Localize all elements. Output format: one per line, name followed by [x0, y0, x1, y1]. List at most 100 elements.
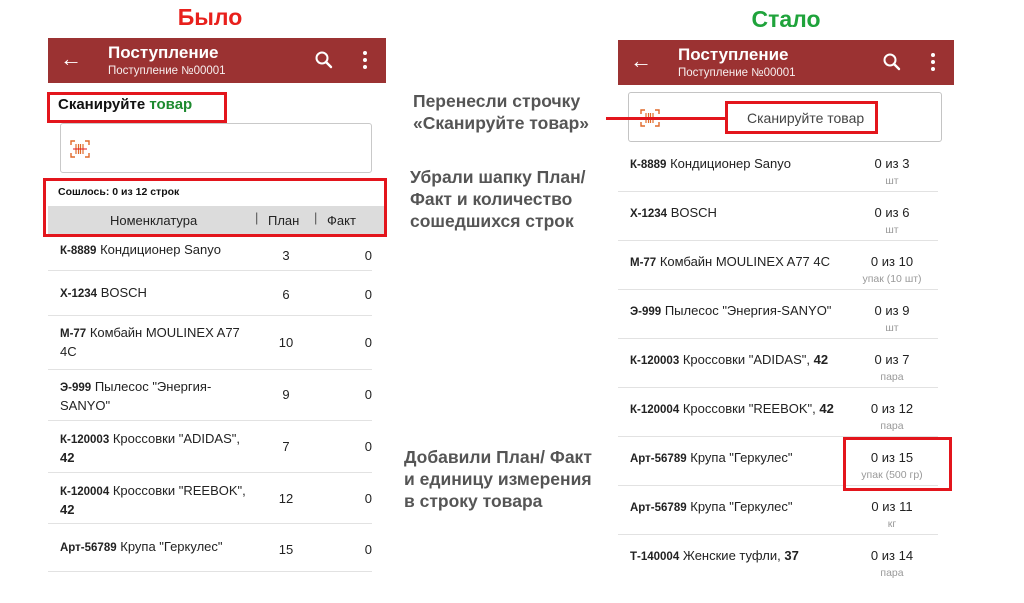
item-unit: упак (10 шт)	[862, 273, 922, 285]
item-quantity: 0 из 14	[870, 548, 914, 563]
more-menu-icon[interactable]	[362, 49, 368, 71]
item-code: Т-140004	[630, 551, 680, 563]
list-item[interactable]: Х-1234 BOSCH 0 из 6 шт	[618, 192, 938, 241]
item-name: Арт-56789 Крупа "Геркулес"	[630, 450, 793, 465]
highlight-scan-prompt	[47, 92, 227, 123]
note-moved-scan-line: Перенесли строчку «Сканируйте товар»	[413, 91, 590, 133]
item-plan: 10	[278, 335, 294, 350]
item-plan: 3	[282, 248, 290, 263]
item-name: К-8889 Кондиционер Sanyo	[60, 242, 221, 257]
note-removed-header: Убрали шапку План/ Факт и количество сош…	[410, 167, 586, 231]
back-arrow-icon[interactable]: ←	[630, 49, 652, 73]
item-name: Э-999 Пылесос "Энергия-SANYO"	[630, 303, 832, 318]
item-plan: 15	[278, 542, 294, 557]
item-name: М-77 Комбайн MOULINEX A77 4C	[630, 254, 831, 269]
item-code: К-8889	[60, 245, 97, 257]
item-code: М-77	[60, 328, 87, 340]
app-bar-subtitle: Поступление №00001	[108, 65, 226, 77]
item-code: К-120004	[60, 486, 110, 498]
item-name: Х-1234 BOSCH	[630, 205, 717, 220]
item-plan: 7	[282, 439, 290, 454]
item-code: Арт-56789	[60, 542, 117, 554]
list-item[interactable]: Т-140004 Женские туфли, 37 0 из 14 пара	[618, 535, 938, 584]
item-code: К-120003	[60, 434, 110, 446]
app-bar: ← Поступление Поступление №00001	[618, 40, 954, 85]
annotation-connector	[606, 117, 726, 120]
item-fact: 0	[364, 387, 372, 402]
list-item[interactable]: К-8889 Кондиционер Sanyo 3 0	[48, 234, 372, 271]
item-code: К-120004	[630, 404, 680, 416]
more-menu-icon[interactable]	[930, 51, 936, 73]
item-unit: шт	[885, 224, 899, 236]
item-fact: 0	[364, 542, 372, 557]
item-fact: 0	[364, 248, 372, 263]
item-unit: шт	[885, 322, 899, 334]
item-quantity: 0 из 3	[874, 156, 910, 171]
item-name: К-120003 Кроссовки "ADIDAS", 42	[630, 352, 829, 367]
item-code: М-77	[630, 257, 657, 269]
item-name: К-8889 Кондиционер Sanyo	[630, 156, 791, 171]
item-name: К-120004 Кроссовки "REEBOK", 42	[630, 401, 834, 416]
item-code: К-120003	[630, 355, 680, 367]
item-name: К-120004 Кроссовки "REEBOK", 42	[60, 483, 246, 517]
list-item[interactable]: Х-1234 BOSCH 6 0	[48, 271, 372, 316]
item-unit: кг	[887, 518, 897, 530]
list-item[interactable]: К-120004 Кроссовки "REEBOK", 42 12 0	[48, 473, 372, 524]
item-unit: пара	[880, 420, 904, 432]
item-code: Х-1234	[60, 288, 98, 300]
list-item[interactable]: К-120003 Кроссовки "ADIDAS", 42 0 из 7 п…	[618, 339, 938, 388]
list-item[interactable]: Э-999 Пылесос "Энергия- SANYO" 9 0	[48, 370, 372, 421]
back-arrow-icon[interactable]: ←	[60, 47, 82, 71]
item-fact: 0	[364, 491, 372, 506]
app-bar-title: Поступление	[678, 45, 789, 64]
item-code: К-8889	[630, 159, 667, 171]
item-name: М-77 Комбайн MOULINEX A77 4C	[60, 325, 240, 359]
list-item[interactable]: Э-999 Пылесос "Энергия-SANYO" 0 из 9 шт	[618, 290, 938, 339]
items-list: К-8889 Кондиционер Sanyo 0 из 3 шт Х-123…	[618, 143, 938, 584]
highlight-quantity-unit	[843, 437, 952, 491]
item-fact: 0	[364, 439, 372, 454]
list-item[interactable]: Арт-56789 Крупа "Геркулес" 15 0	[48, 524, 372, 572]
highlight-table-header	[43, 178, 387, 237]
item-quantity: 0 из 9	[874, 303, 910, 318]
item-plan: 12	[278, 491, 294, 506]
heading-after: Стало	[751, 6, 821, 32]
heading-before: Было	[177, 4, 243, 30]
items-list: К-8889 Кондиционер Sanyo 3 0 Х-1234 BOSC…	[48, 234, 372, 572]
item-quantity: 0 из 10	[870, 254, 914, 269]
app-bar: ← Поступление Поступление №00001	[48, 38, 386, 83]
app-bar-subtitle: Поступление №00001	[678, 67, 796, 79]
list-item[interactable]: К-120003 Кроссовки "ADIDAS", 42 7 0	[48, 421, 372, 473]
item-quantity: 0 из 12	[870, 401, 914, 416]
list-item[interactable]: М-77 Комбайн MOULINEX A77 4C 10 0	[48, 316, 372, 370]
item-unit: пара	[880, 567, 904, 579]
item-unit: пара	[880, 371, 904, 383]
item-code: Э-999	[60, 382, 92, 394]
item-plan: 6	[282, 287, 290, 302]
search-icon[interactable]	[882, 52, 902, 72]
item-fact: 0	[364, 335, 372, 350]
item-name: Х-1234 BOSCH	[60, 285, 147, 300]
list-item[interactable]: Арт-56789 Крупа "Геркулес" 0 из 11 кг	[618, 486, 938, 535]
note-added-plan-fact: Добавили План/ Факт и единицу измерения …	[404, 447, 592, 511]
item-plan: 9	[282, 387, 290, 402]
item-name: Т-140004 Женские туфли, 37	[630, 548, 799, 563]
list-item[interactable]: М-77 Комбайн MOULINEX A77 4C 0 из 10 упа…	[618, 241, 938, 290]
search-icon[interactable]	[314, 50, 334, 70]
item-quantity: 0 из 6	[874, 205, 910, 220]
list-item[interactable]: К-120004 Кроссовки "REEBOK", 42 0 из 12 …	[618, 388, 938, 437]
item-fact: 0	[364, 287, 372, 302]
barcode-icon	[70, 140, 90, 158]
list-item[interactable]: К-8889 Кондиционер Sanyo 0 из 3 шт	[618, 143, 938, 192]
item-unit: шт	[885, 175, 899, 187]
item-quantity: 0 из 7	[874, 352, 910, 367]
item-code: Арт-56789	[630, 453, 687, 465]
scan-input[interactable]	[60, 123, 372, 173]
item-name: Э-999 Пылесос "Энергия-SANYO"	[60, 379, 212, 413]
item-code: Арт-56789	[630, 502, 687, 514]
highlight-scan-placeholder	[725, 101, 878, 134]
item-code: Э-999	[630, 306, 662, 318]
item-name: Арт-56789 Крупа "Геркулес"	[630, 499, 793, 514]
item-name: Арт-56789 Крупа "Геркулес"	[60, 539, 223, 554]
app-bar-title: Поступление	[108, 43, 219, 62]
